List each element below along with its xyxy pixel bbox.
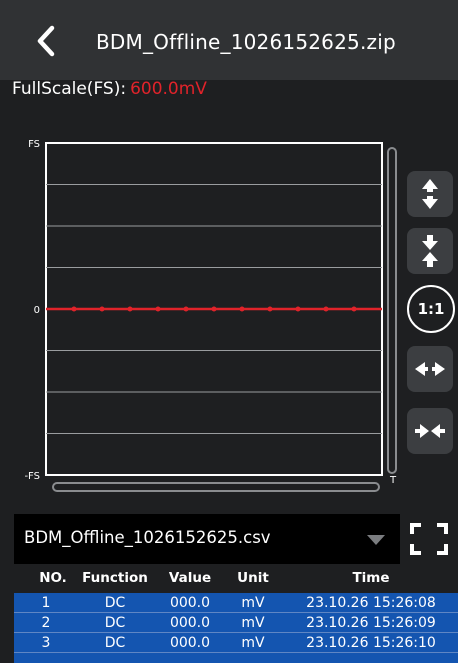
data-point xyxy=(155,306,161,312)
data-point xyxy=(351,306,357,312)
column-header-time: Time xyxy=(352,570,390,586)
table-row[interactable]: 3 DC 000.0 mV 23.10.26 15:26:10 xyxy=(14,633,458,653)
arrows-vertical-expand-icon xyxy=(422,179,438,209)
page-title: BDM_Offline_1026152625.zip xyxy=(96,30,396,54)
data-point xyxy=(99,306,105,312)
cell-time: 23.10.26 15:26:08 xyxy=(306,595,436,611)
cell-unit: mV xyxy=(241,635,265,651)
cell-time: 23.10.26 15:26:10 xyxy=(306,635,436,651)
waveform-chart-svg: FS 0 -FS T xyxy=(24,139,397,492)
data-table: 1 DC 000.0 mV 23.10.26 15:26:08 2 DC 000… xyxy=(14,593,458,663)
column-header-no: NO. xyxy=(39,570,67,586)
cell-function: DC xyxy=(104,635,126,651)
arrows-horizontal-compress-icon xyxy=(415,424,445,438)
column-header-function: Function xyxy=(82,570,148,586)
waveform-chart: FS 0 -FS T xyxy=(0,110,458,510)
cell-value: 000.0 xyxy=(169,635,211,651)
table-row[interactable]: 1 DC 000.0 mV 23.10.26 15:26:08 xyxy=(14,593,458,613)
table-row[interactable]: 2 DC 000.0 mV 23.10.26 15:26:09 xyxy=(14,613,458,633)
cell-unit: mV xyxy=(241,615,265,631)
data-point xyxy=(323,306,329,312)
cell-value: 000.0 xyxy=(169,615,211,631)
selected-file-name: BDM_Offline_1026152625.csv xyxy=(24,528,271,547)
cell-function: DC xyxy=(104,615,126,631)
file-select-dropdown[interactable]: BDM_Offline_1026152625.csv xyxy=(14,514,400,564)
title-bar: BDM_Offline_1026152625.zip xyxy=(0,0,458,80)
data-point xyxy=(267,306,273,312)
data-point xyxy=(127,306,133,312)
cell-time: 23.10.26 15:26:09 xyxy=(306,615,436,631)
data-point xyxy=(211,306,217,312)
series-layer xyxy=(46,306,382,312)
compress-horizontal-button[interactable] xyxy=(407,408,453,454)
arrows-horizontal-expand-icon xyxy=(415,362,445,376)
column-header-value: Value xyxy=(168,570,212,586)
compress-vertical-button[interactable] xyxy=(407,228,453,274)
fullscreen-button[interactable] xyxy=(406,517,452,561)
fullscale-readout: FullScale(FS): 600.0mV xyxy=(12,79,207,99)
ratio-1-1-button[interactable]: 1:1 xyxy=(407,285,455,333)
cell-no: 1 xyxy=(41,595,51,611)
data-point xyxy=(71,306,77,312)
fullscale-value: 600.0mV xyxy=(130,79,207,99)
table-header: NO. Function Value Unit Time xyxy=(0,566,458,592)
cell-no: 2 xyxy=(41,615,51,631)
arrows-vertical-compress-icon xyxy=(422,235,438,267)
y-tick-label: FS xyxy=(28,139,40,150)
cell-value: 000.0 xyxy=(169,595,211,611)
cell-unit: mV xyxy=(241,595,265,611)
horizontal-scrollbar[interactable] xyxy=(52,482,380,492)
y-tick-label: 0 xyxy=(34,305,40,316)
triangle-down-icon xyxy=(367,535,385,545)
fullscale-label: FullScale(FS): xyxy=(12,79,127,99)
expand-horizontal-button[interactable] xyxy=(407,346,453,392)
data-point xyxy=(239,306,245,312)
cell-function: DC xyxy=(104,595,126,611)
vertical-scrollbar[interactable] xyxy=(387,147,397,474)
column-header-unit: Unit xyxy=(237,570,269,586)
back-button[interactable] xyxy=(28,22,68,62)
data-point xyxy=(295,306,301,312)
data-point xyxy=(183,306,189,312)
chevron-left-icon xyxy=(37,25,55,57)
cell-no: 3 xyxy=(41,635,51,651)
y-tick-label: -FS xyxy=(24,471,40,482)
fullscreen-icon xyxy=(410,523,448,555)
x-end-label: T xyxy=(389,475,397,486)
expand-vertical-button[interactable] xyxy=(407,171,453,217)
